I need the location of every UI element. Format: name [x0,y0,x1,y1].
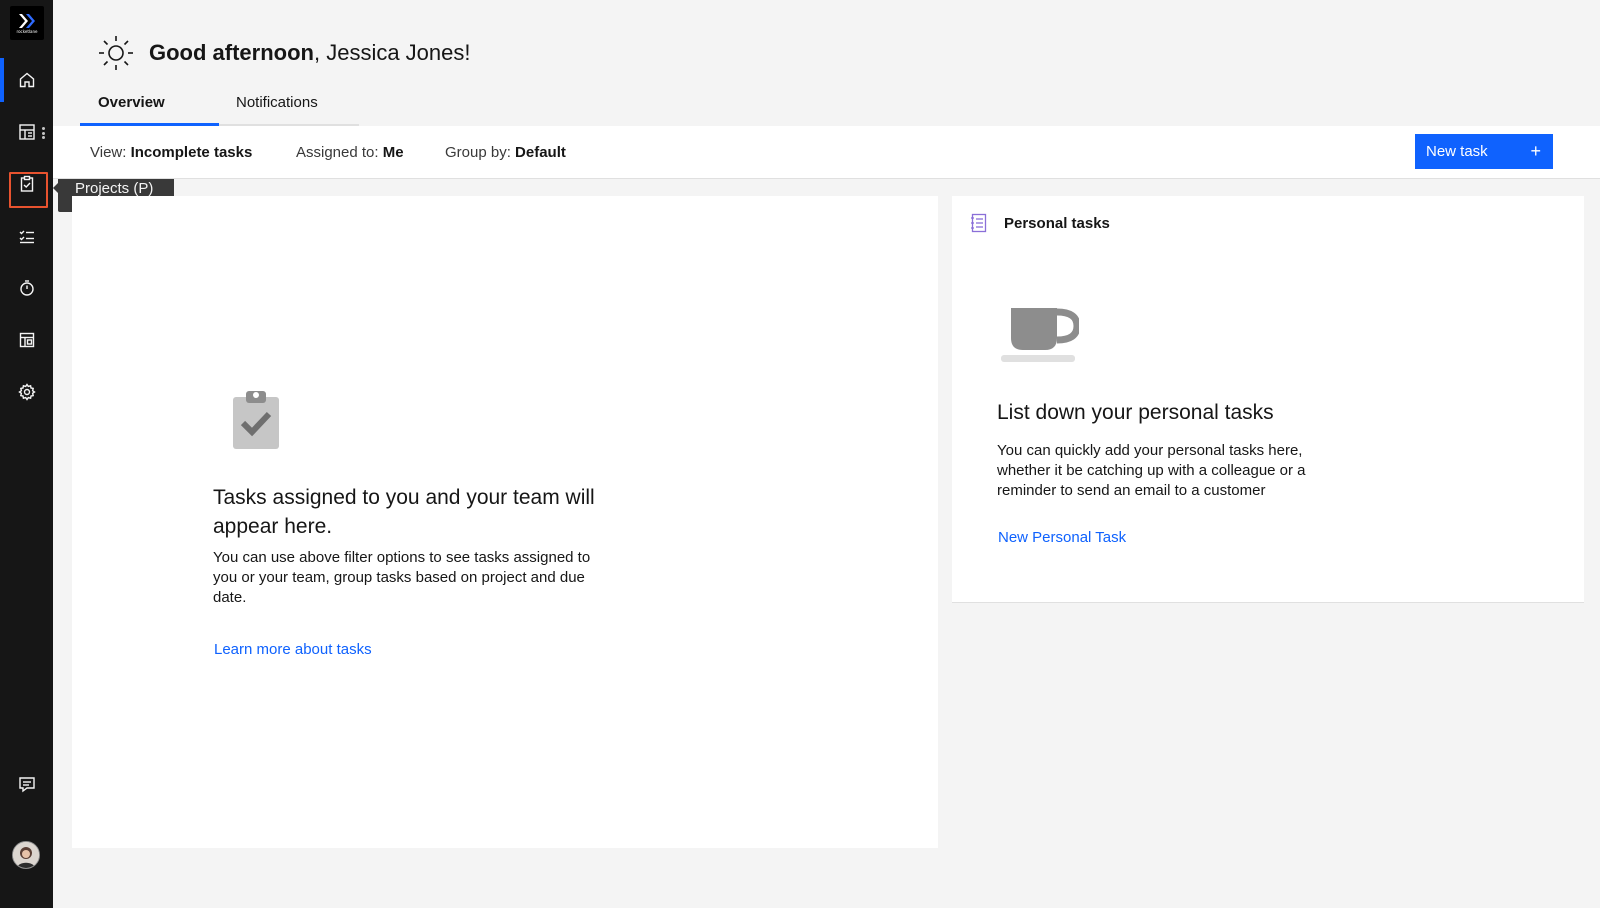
filter-bar: View: Incomplete tasks Assigned to: Me G… [53,126,1600,179]
app-logo[interactable]: rocketlane [10,6,44,40]
page-title: Good afternoon, Jessica Jones! [149,40,471,66]
personal-tasks-header: Personal tasks [970,213,1110,233]
sidebar-item-templates[interactable] [0,318,53,362]
view-filter[interactable]: View: Incomplete tasks [90,144,252,161]
templates-icon [19,332,34,348]
sidebar: rocketlane [0,0,53,908]
new-task-button[interactable]: New task + [1415,134,1553,169]
more-options-icon[interactable] [42,127,45,139]
avatar[interactable] [12,841,40,869]
logo-text: rocketlane [16,28,38,34]
new-task-label: New task [1426,143,1488,160]
logo-mark-icon [19,13,35,28]
dashboard-icon [18,124,35,140]
coffee-cup-icon [1001,308,1079,362]
clipboard-check-icon [233,391,279,449]
personal-tasks-heading: Personal tasks [1004,214,1110,232]
tab-overview[interactable]: Overview [80,88,219,126]
sidebar-item-dashboards[interactable] [0,110,53,154]
assigned-filter-value: Me [382,144,404,161]
team-tasks-title: Tasks assigned to you and your team will… [213,486,595,538]
greeting-bold: Good afternoon [149,40,314,65]
personal-tasks-description: You can quickly add your personal tasks … [997,442,1306,499]
view-filter-value: Incomplete tasks [130,144,253,161]
view-filter-label: View: [90,144,127,161]
chat-icon [18,777,35,793]
assigned-filter-label: Assigned to: [296,144,379,161]
assigned-filter[interactable]: Assigned to: Me [296,144,404,161]
timer-icon [19,280,34,296]
greeting-name: , Jessica Jones! [313,40,471,65]
group-by-filter-label: Group by: [445,144,511,161]
team-tasks-panel: Tasks assigned to you and your team will… [72,196,938,848]
sidebar-item-home[interactable] [0,58,53,102]
group-by-filter-value: Default [515,144,566,161]
tab-notifications[interactable]: Notifications [219,88,359,126]
plus-icon: + [1530,141,1541,161]
gear-icon [17,383,36,401]
new-personal-task-link[interactable]: New Personal Task [998,529,1126,546]
personal-tasks-title: List down your personal tasks [997,401,1274,424]
sidebar-item-timesheets[interactable] [0,266,53,310]
learn-more-link[interactable]: Learn more about tasks [214,641,372,658]
sidebar-item-tasks[interactable] [0,214,53,258]
team-tasks-description: You can use above filter options to see … [213,549,591,606]
checklist-icon [19,230,34,244]
group-by-filter[interactable]: Group by: Default [445,144,566,161]
user-photo-icon [13,842,39,868]
projects-highlight-box [9,172,48,208]
sun-icon [99,36,133,70]
sidebar-item-feedback[interactable] [0,762,53,806]
home-icon [19,72,34,88]
tab-bar: Overview Notifications [80,88,359,126]
sidebar-item-settings[interactable] [0,370,53,414]
notepad-icon [971,213,987,233]
greeting-header: Good afternoon, Jessica Jones! [97,34,471,72]
personal-tasks-panel: Personal tasks List down your personal t… [952,196,1584,603]
